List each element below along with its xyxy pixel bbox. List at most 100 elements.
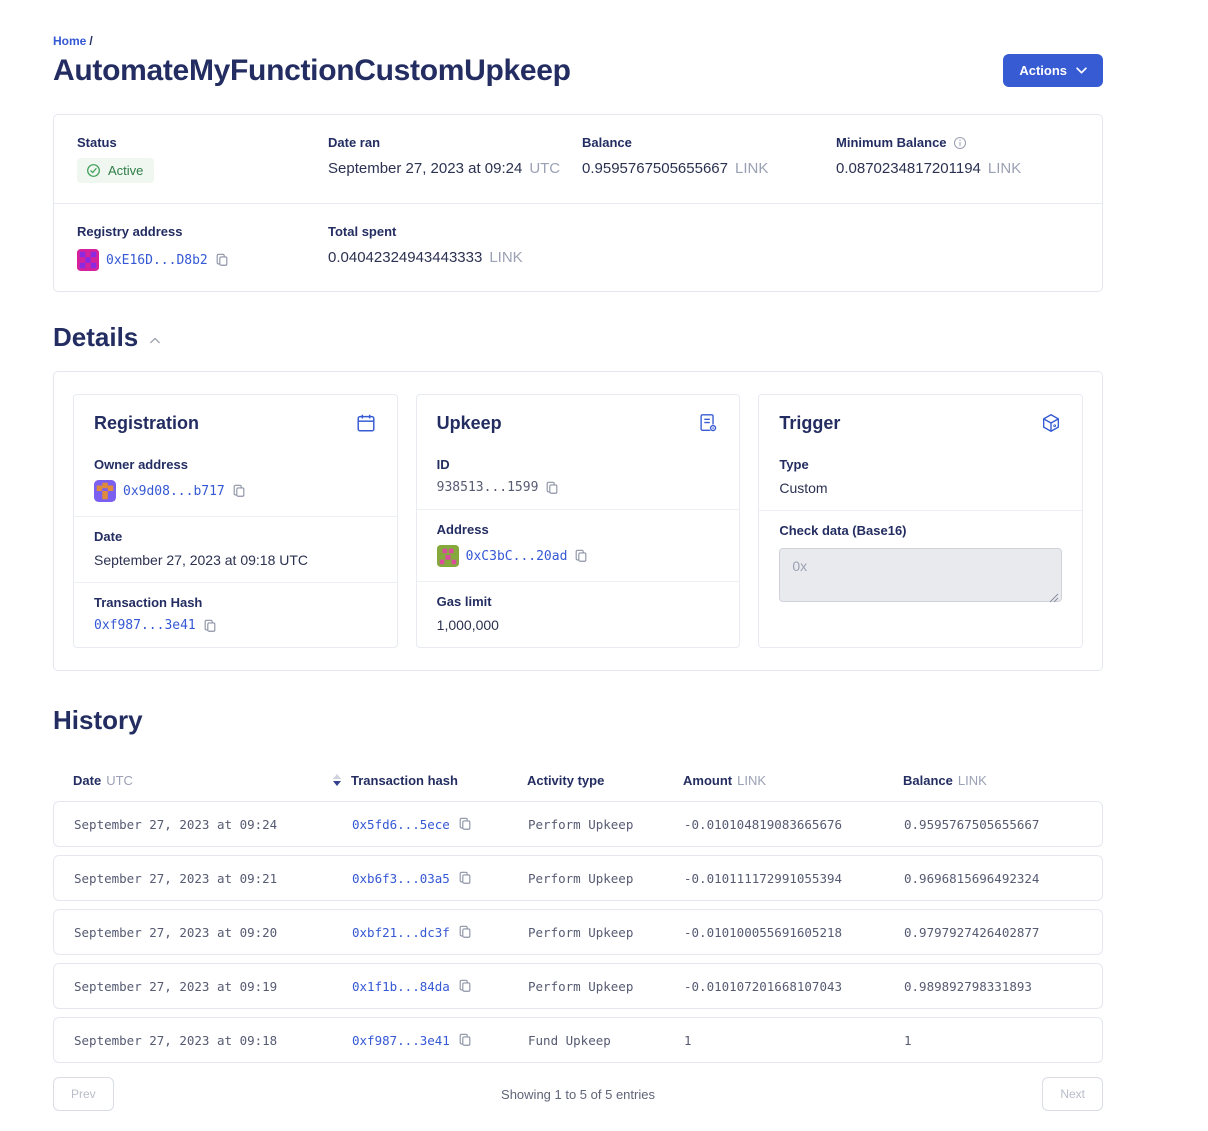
copy-icon[interactable] bbox=[574, 549, 588, 563]
copy-icon[interactable] bbox=[458, 871, 472, 885]
trigger-card-title: Trigger bbox=[779, 413, 840, 434]
row-activity: Fund Upkeep bbox=[528, 1033, 611, 1048]
history-table-header: Date UTC Transaction hash Activity type … bbox=[53, 772, 1103, 788]
row-activity: Perform Upkeep bbox=[528, 979, 633, 994]
check-data-input[interactable] bbox=[779, 548, 1062, 602]
next-page-button[interactable]: Next bbox=[1042, 1077, 1103, 1111]
copy-icon[interactable] bbox=[232, 484, 246, 498]
upkeep-address-identicon bbox=[437, 545, 459, 567]
total-spent-value: 0.04042324943443333 bbox=[328, 249, 482, 266]
copy-icon[interactable] bbox=[203, 619, 217, 633]
collapse-details-button[interactable] bbox=[148, 335, 162, 346]
registry-address-label: Registry address bbox=[77, 224, 328, 239]
date-ran-field: Date ran September 27, 2023 at 09:24 UTC bbox=[328, 135, 582, 183]
row-balance: 0.9595767505655667 bbox=[904, 817, 1039, 832]
date-ran-label: Date ran bbox=[328, 135, 582, 150]
row-balance: 0.989892798331893 bbox=[904, 979, 1032, 994]
trigger-type-field: Type Custom bbox=[759, 445, 1082, 510]
balance-value: 0.9595767505655667 bbox=[582, 160, 728, 177]
col-amount-label: Amount bbox=[683, 773, 732, 788]
row-amount: -0.010100055691605218 bbox=[684, 925, 842, 940]
status-label: Status bbox=[77, 135, 328, 150]
copy-icon[interactable] bbox=[458, 1033, 472, 1047]
chevron-down-icon bbox=[1076, 67, 1087, 74]
row-amount: -0.010107201668107043 bbox=[684, 979, 842, 994]
min-balance-value: 0.0870234817201194 bbox=[836, 160, 981, 177]
trigger-card: Trigger Type Custom Check data (Base16) bbox=[758, 394, 1083, 648]
registration-date-field: Date September 27, 2023 at 09:18 UTC bbox=[74, 516, 397, 582]
table-row: September 27, 2023 at 09:24 0x5fd6...5ec… bbox=[53, 801, 1103, 847]
copy-icon[interactable] bbox=[458, 925, 472, 939]
min-balance-field: Minimum Balance 0.0870234817201194LINK bbox=[836, 135, 1102, 183]
registry-identicon bbox=[77, 249, 99, 271]
balance-field: Balance 0.9595767505655667 LINK bbox=[582, 135, 836, 183]
col-balance-label: Balance bbox=[903, 773, 953, 788]
registration-card: Registration Owner address 0x9d08...b717… bbox=[73, 394, 398, 648]
upkeep-id-value: 938513...1599 bbox=[437, 480, 539, 495]
row-amount: -0.010111172991055394 bbox=[684, 871, 842, 886]
table-row: September 27, 2023 at 09:18 0xf987...3e4… bbox=[53, 1017, 1103, 1063]
col-date-suffix: UTC bbox=[106, 773, 133, 788]
row-hash-link[interactable]: 0xbf21...dc3f bbox=[352, 925, 450, 940]
status-badge-text: Active bbox=[108, 163, 143, 178]
prev-page-button[interactable]: Prev bbox=[53, 1077, 114, 1111]
date-ran-suffix: UTC bbox=[529, 160, 560, 177]
actions-button[interactable]: Actions bbox=[1003, 54, 1103, 87]
pagination-summary: Showing 1 to 5 of 5 entries bbox=[114, 1087, 1043, 1102]
chevron-up-icon bbox=[150, 337, 160, 344]
registration-date-label: Date bbox=[94, 529, 377, 544]
details-panel: Registration Owner address 0x9d08...b717… bbox=[53, 371, 1103, 671]
table-row: September 27, 2023 at 09:20 0xbf21...dc3… bbox=[53, 909, 1103, 955]
copy-icon[interactable] bbox=[545, 481, 559, 495]
gas-limit-field: Gas limit 1,000,000 bbox=[417, 581, 740, 647]
sort-up-icon bbox=[333, 774, 341, 779]
info-icon[interactable] bbox=[953, 136, 967, 150]
row-date: September 27, 2023 at 09:18 bbox=[74, 1033, 277, 1048]
owner-address-link[interactable]: 0x9d08...b717 bbox=[123, 484, 225, 499]
row-hash-link[interactable]: 0x1f1b...84da bbox=[352, 979, 450, 994]
registry-address-link[interactable]: 0xE16D...D8b2 bbox=[106, 253, 208, 268]
total-spent-label: Total spent bbox=[328, 224, 582, 239]
row-activity: Perform Upkeep bbox=[528, 925, 633, 940]
transaction-hash-link[interactable]: 0xf987...3e41 bbox=[94, 618, 196, 633]
date-ran-value: September 27, 2023 at 09:24 bbox=[328, 160, 522, 177]
sort-date-button[interactable] bbox=[331, 772, 343, 788]
status-badge: Active bbox=[77, 158, 154, 183]
breadcrumb-separator: / bbox=[89, 34, 92, 48]
row-hash-link[interactable]: 0x5fd6...5ece bbox=[352, 817, 450, 832]
balance-label: Balance bbox=[582, 135, 836, 150]
gas-limit-label: Gas limit bbox=[437, 594, 720, 609]
copy-icon[interactable] bbox=[458, 979, 472, 993]
check-circle-icon bbox=[86, 163, 101, 178]
row-balance: 1 bbox=[904, 1033, 912, 1048]
row-hash-link[interactable]: 0xf987...3e41 bbox=[352, 1033, 450, 1048]
table-row: September 27, 2023 at 09:21 0xb6f3...03a… bbox=[53, 855, 1103, 901]
row-balance: 0.9797927426402877 bbox=[904, 925, 1039, 940]
row-balance: 0.9696815696492324 bbox=[904, 871, 1039, 886]
details-heading: Details bbox=[53, 322, 138, 353]
col-hash-label: Transaction hash bbox=[351, 773, 458, 788]
registration-card-title: Registration bbox=[94, 413, 199, 434]
transaction-hash-field: Transaction Hash 0xf987...3e41 bbox=[74, 582, 397, 647]
row-date: September 27, 2023 at 09:21 bbox=[74, 871, 277, 886]
min-balance-label: Minimum Balance bbox=[836, 135, 947, 150]
col-amount-suffix: LINK bbox=[737, 773, 766, 788]
status-field: Status Active bbox=[77, 135, 328, 183]
row-hash-link[interactable]: 0xb6f3...03a5 bbox=[352, 871, 450, 886]
actions-button-label: Actions bbox=[1019, 63, 1067, 78]
balance-unit: LINK bbox=[735, 160, 768, 177]
upkeep-card: Upkeep ID 938513...1599 Address 0xC3bC..… bbox=[416, 394, 741, 648]
copy-icon[interactable] bbox=[458, 817, 472, 831]
row-date: September 27, 2023 at 09:20 bbox=[74, 925, 277, 940]
row-date: September 27, 2023 at 09:19 bbox=[74, 979, 277, 994]
breadcrumb-home-link[interactable]: Home bbox=[53, 34, 86, 48]
upkeep-address-field: Address 0xC3bC...20ad bbox=[417, 509, 740, 581]
copy-icon[interactable] bbox=[215, 253, 229, 267]
page-title: AutomateMyFunctionCustomUpkeep bbox=[53, 54, 571, 88]
row-amount: 1 bbox=[684, 1033, 692, 1048]
check-data-label: Check data (Base16) bbox=[779, 523, 1062, 538]
upkeep-address-link[interactable]: 0xC3bC...20ad bbox=[466, 549, 568, 564]
col-balance-suffix: LINK bbox=[958, 773, 987, 788]
trigger-type-value: Custom bbox=[779, 480, 827, 496]
table-row: September 27, 2023 at 09:19 0x1f1b...84d… bbox=[53, 963, 1103, 1009]
